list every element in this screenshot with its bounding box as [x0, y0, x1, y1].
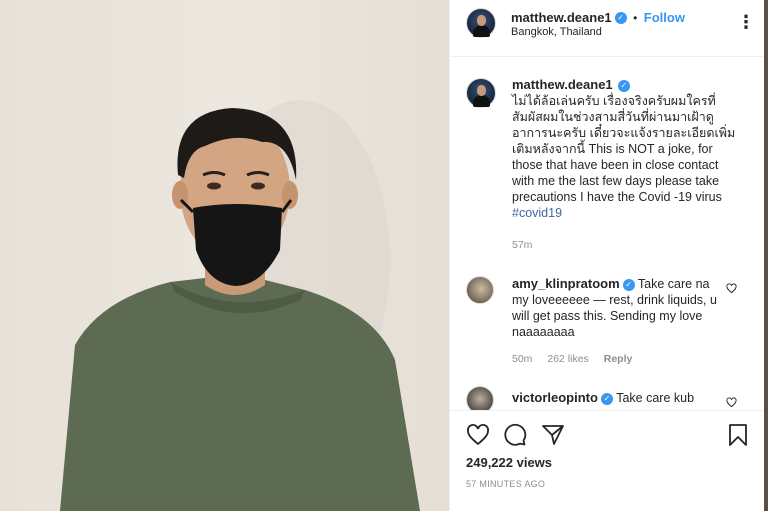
reply-button[interactable]: Reply [604, 353, 633, 365]
speech-bubble-icon[interactable] [503, 423, 527, 447]
author-username[interactable]: matthew.deane1 [511, 10, 612, 25]
comment-time: 50m [512, 353, 533, 365]
commenter-avatar[interactable] [466, 276, 494, 304]
verified-badge-icon: ✓ [617, 79, 630, 92]
more-options-icon[interactable]: ⋮ [737, 12, 755, 33]
comment-like-heart-icon[interactable] [726, 397, 737, 408]
post-location[interactable]: Bangkok, Thailand [511, 26, 602, 38]
bookmark-icon[interactable] [726, 423, 750, 447]
author-line: matthew.deane1 ✓ • Follow [511, 9, 685, 27]
post-timestamp[interactable]: 57 MINUTES AGO [466, 479, 545, 489]
separator-dot: • [633, 11, 638, 25]
caption-time: 57m [512, 239, 533, 251]
comment-username[interactable]: victorleopinto [512, 390, 598, 405]
comment-item: amy_klinpratoom ✓ Take care na my loveeee… [512, 276, 718, 340]
verified-badge-icon: ✓ [614, 11, 627, 24]
hashtag-link[interactable]: #covid19 [512, 206, 562, 220]
paper-plane-icon[interactable] [541, 423, 565, 447]
comment-text: Take care kub [616, 391, 695, 405]
view-count[interactable]: 249,222 views [466, 455, 552, 470]
comment-username[interactable]: amy_klinpratoom [512, 276, 620, 291]
post-caption: matthew.deane1 ✓ ไม่ได้ล้อเล่นครับ เรื่อง… [512, 77, 744, 221]
heart-icon[interactable] [466, 423, 490, 447]
post-side-panel: matthew.deane1 ✓ • Follow Bangkok, Thaila… [449, 0, 765, 511]
post-video[interactable] [0, 0, 449, 511]
post-header: matthew.deane1 ✓ • Follow Bangkok, Thaila… [450, 0, 765, 57]
video-frame-person [60, 100, 420, 511]
author-avatar[interactable] [466, 8, 496, 38]
verified-badge-icon: ✓ [600, 392, 613, 405]
comment-like-heart-icon[interactable] [726, 283, 737, 294]
post-actions: 249,222 views 57 MINUTES AGO [450, 410, 765, 511]
caption-text: ไม่ได้ล้อเล่นครับ เรื่องจริงครับผมใครที่… [512, 94, 736, 204]
caption-username[interactable]: matthew.deane1 [512, 77, 613, 92]
comment-item: victorleopinto ✓ Take care kub [512, 390, 718, 406]
comment-likes[interactable]: 262 likes [547, 353, 588, 365]
follow-button[interactable]: Follow [644, 10, 685, 25]
background-edge [764, 0, 768, 511]
verified-badge-icon: ✓ [622, 278, 635, 291]
comment-meta: 50m 262 likes Reply [512, 353, 644, 365]
caption-author-avatar[interactable] [466, 78, 496, 108]
